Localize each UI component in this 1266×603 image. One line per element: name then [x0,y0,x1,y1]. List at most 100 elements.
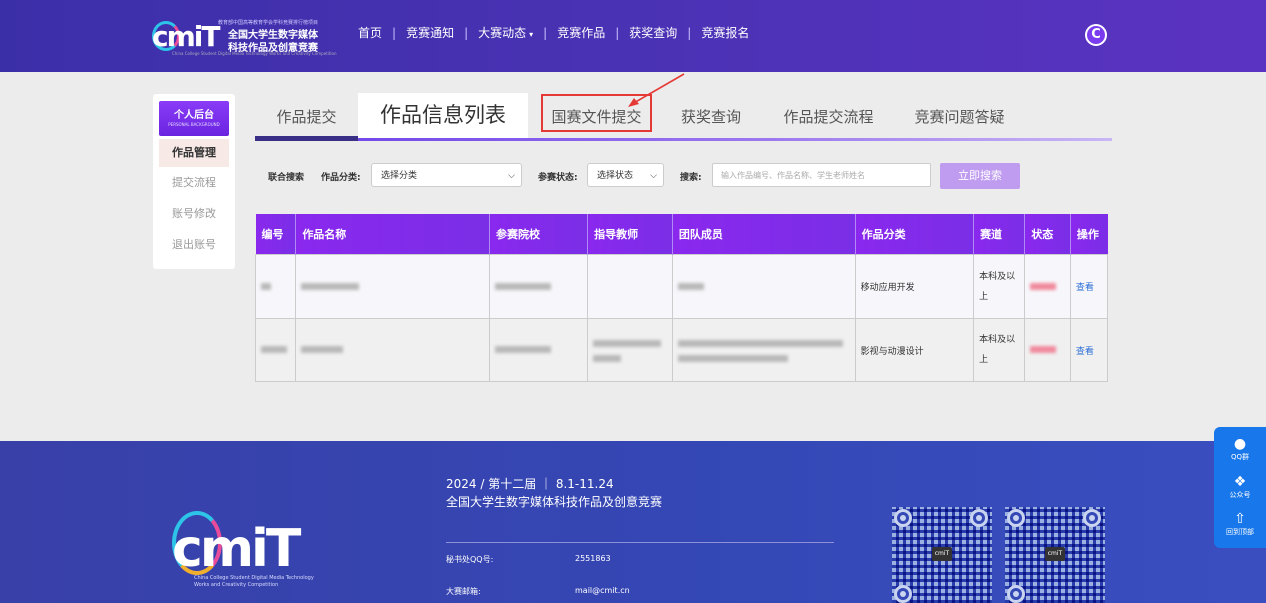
user-avatar-icon[interactable]: C [1085,24,1107,46]
qr-eye [1007,585,1025,603]
cell-track: 本科及以上 [973,318,1026,382]
col-members: 团队成员 [672,214,856,255]
col-action: 操作 [1070,214,1108,255]
tab-faq[interactable]: 竞赛问题答疑 [907,93,1012,138]
category-select[interactable]: 选择分类 ⌵ [371,163,522,187]
nav-awards[interactable]: 获奖查询 [629,24,677,41]
nav-separator: | [687,25,692,40]
footer-logo-sub2: Works and Creativity Competition [194,582,279,588]
footer-logo-sub1: China College Student Digital Media Tech… [194,575,314,581]
search-label: 搜索: [680,173,702,183]
float-top-label: 回到顶部 [1226,528,1254,536]
table-row: 移动应用开发 本科及以上 查看 [254,254,1109,319]
chevron-down-icon: ⌵ [508,171,515,181]
sidebar-header: 个人后台 PERSONAL BACKGROUND [159,101,229,136]
cmit-logo[interactable]: cmiT 教育部中国高等教育学会学科竞赛排行榜项目 全国大学生数字媒体 科技作品… [152,17,337,57]
view-link[interactable]: 查看 [1076,283,1094,293]
qr-eye [970,509,988,527]
redacted-text [495,282,552,290]
col-school: 参赛院校 [489,214,589,255]
cell-id [254,318,297,382]
category-label: 作品分类: [321,173,361,183]
qq-icon: ● [1233,436,1247,452]
qr-code-icon: cmiT [892,507,992,603]
tab-process[interactable]: 作品提交流程 [776,93,881,138]
redacted-text [677,339,843,347]
float-qq-group[interactable]: ● QQ群 [1214,436,1266,462]
redacted-text [593,339,662,347]
nav-separator: | [615,25,620,40]
cell-members [671,254,856,319]
redacted-text [593,354,622,362]
redacted-text [301,282,360,290]
qr-logo: cmiT [1045,547,1065,561]
col-track: 赛道 [973,214,1026,255]
nav-news-label: 大赛动态 [478,26,527,40]
chevron-down-icon: ▾ [529,30,534,39]
cell-members [671,318,856,382]
qr-eye [1083,509,1101,527]
sidebar-item-logout[interactable]: 退出账号 [159,231,229,259]
redacted-status [1030,346,1057,353]
cell-track: 本科及以上 [973,254,1026,319]
view-link[interactable]: 查看 [1076,347,1094,357]
cell-category: 移动应用开发 [854,254,975,319]
cell-action: 查看 [1069,318,1109,382]
footer-edition: 2024 / 第十二届 ｜ 8.1-11.24 [446,477,614,491]
redacted-text [495,346,552,353]
cell-category: 影视与动漫设计 [854,318,975,382]
float-back-to-top[interactable]: ⇧ 回到顶部 [1214,511,1266,537]
qr-eye [894,509,912,527]
main-nav: 首页 | 竞赛通知 | 大赛动态 ▾ | 竞赛作品 | 获奖查询 | 竞赛报名 [358,24,749,41]
nav-works[interactable]: 竞赛作品 [557,24,605,41]
float-wechat-label: 公众号 [1229,491,1251,499]
floating-contact-bar: ● QQ群 ❖ 公众号 ⇧ 回到顶部 [1214,427,1266,548]
header: cmiT 教育部中国高等教育学会学科竞赛排行榜项目 全国大学生数字媒体 科技作品… [0,0,1266,72]
status-select[interactable]: 选择状态 ⌵ [587,163,664,187]
nav-news[interactable]: 大赛动态 ▾ [478,24,533,41]
cell-action: 查看 [1069,254,1109,319]
status-label: 参赛状态: [538,173,578,183]
sidebar-item-process[interactable]: 提交流程 [159,169,229,197]
nav-notices[interactable]: 竞赛通知 [406,24,454,41]
sidebar-subtitle: PERSONAL BACKGROUND [168,122,220,127]
cell-school [489,254,589,319]
redacted-text [677,282,704,290]
filter-bar: 联合搜索 作品分类: 选择分类 ⌵ 参赛状态: 选择状态 ⌵ 搜索: 立即搜索 [255,161,1112,191]
col-id: 编号 [255,214,297,255]
footer: cmiT China College Student Digital Media… [0,441,1266,603]
nav-home[interactable]: 首页 [358,24,382,41]
search-input[interactable] [712,163,931,187]
qr-eye [894,585,912,603]
sidebar-item-account[interactable]: 账号修改 [159,200,229,228]
search-button[interactable]: 立即搜索 [940,163,1020,189]
cell-name [295,318,491,382]
arrow-up-icon: ⇧ [1234,511,1246,527]
footer-logo-sub: China College Student Digital Media Tech… [194,575,314,589]
chat-icon: ❖ [1233,474,1247,490]
tab-submit[interactable]: 作品提交 [255,93,358,138]
sidebar-title: 个人后台 [174,110,214,121]
nav-separator: | [392,25,397,40]
footer-qq-label: 秘书处QQ号: [446,555,494,564]
footer-logo: cmiT China College Student Digital Media… [172,511,352,591]
qr-logo: cmiT [932,547,952,561]
sidebar-item-works[interactable]: 作品管理 [159,139,229,167]
redacted-text [261,346,287,353]
footer-qq-value: 2551863 [575,554,611,563]
tab-works-list[interactable]: 作品信息列表 [358,93,528,138]
float-wechat[interactable]: ❖ 公众号 [1214,474,1266,500]
footer-mail-label: 大赛邮箱: [446,587,481,596]
logo-sub: China College Student Digital Media Tech… [172,51,337,56]
tab-underline-accent [255,136,358,141]
annotation-arrow-icon [628,73,685,107]
table-row: 影视与动漫设计 本科及以上 查看 [254,318,1109,382]
status-select-value: 选择状态 [597,171,634,181]
category-select-value: 选择分类 [381,171,418,181]
redacted-status [1030,282,1057,290]
cell-teacher [587,254,673,319]
redacted-text [677,354,788,362]
nav-register[interactable]: 竞赛报名 [701,24,749,41]
footer-mail-value: mail@cmit.cn [575,586,630,595]
qr-code-icon: cmiT [1005,507,1105,603]
